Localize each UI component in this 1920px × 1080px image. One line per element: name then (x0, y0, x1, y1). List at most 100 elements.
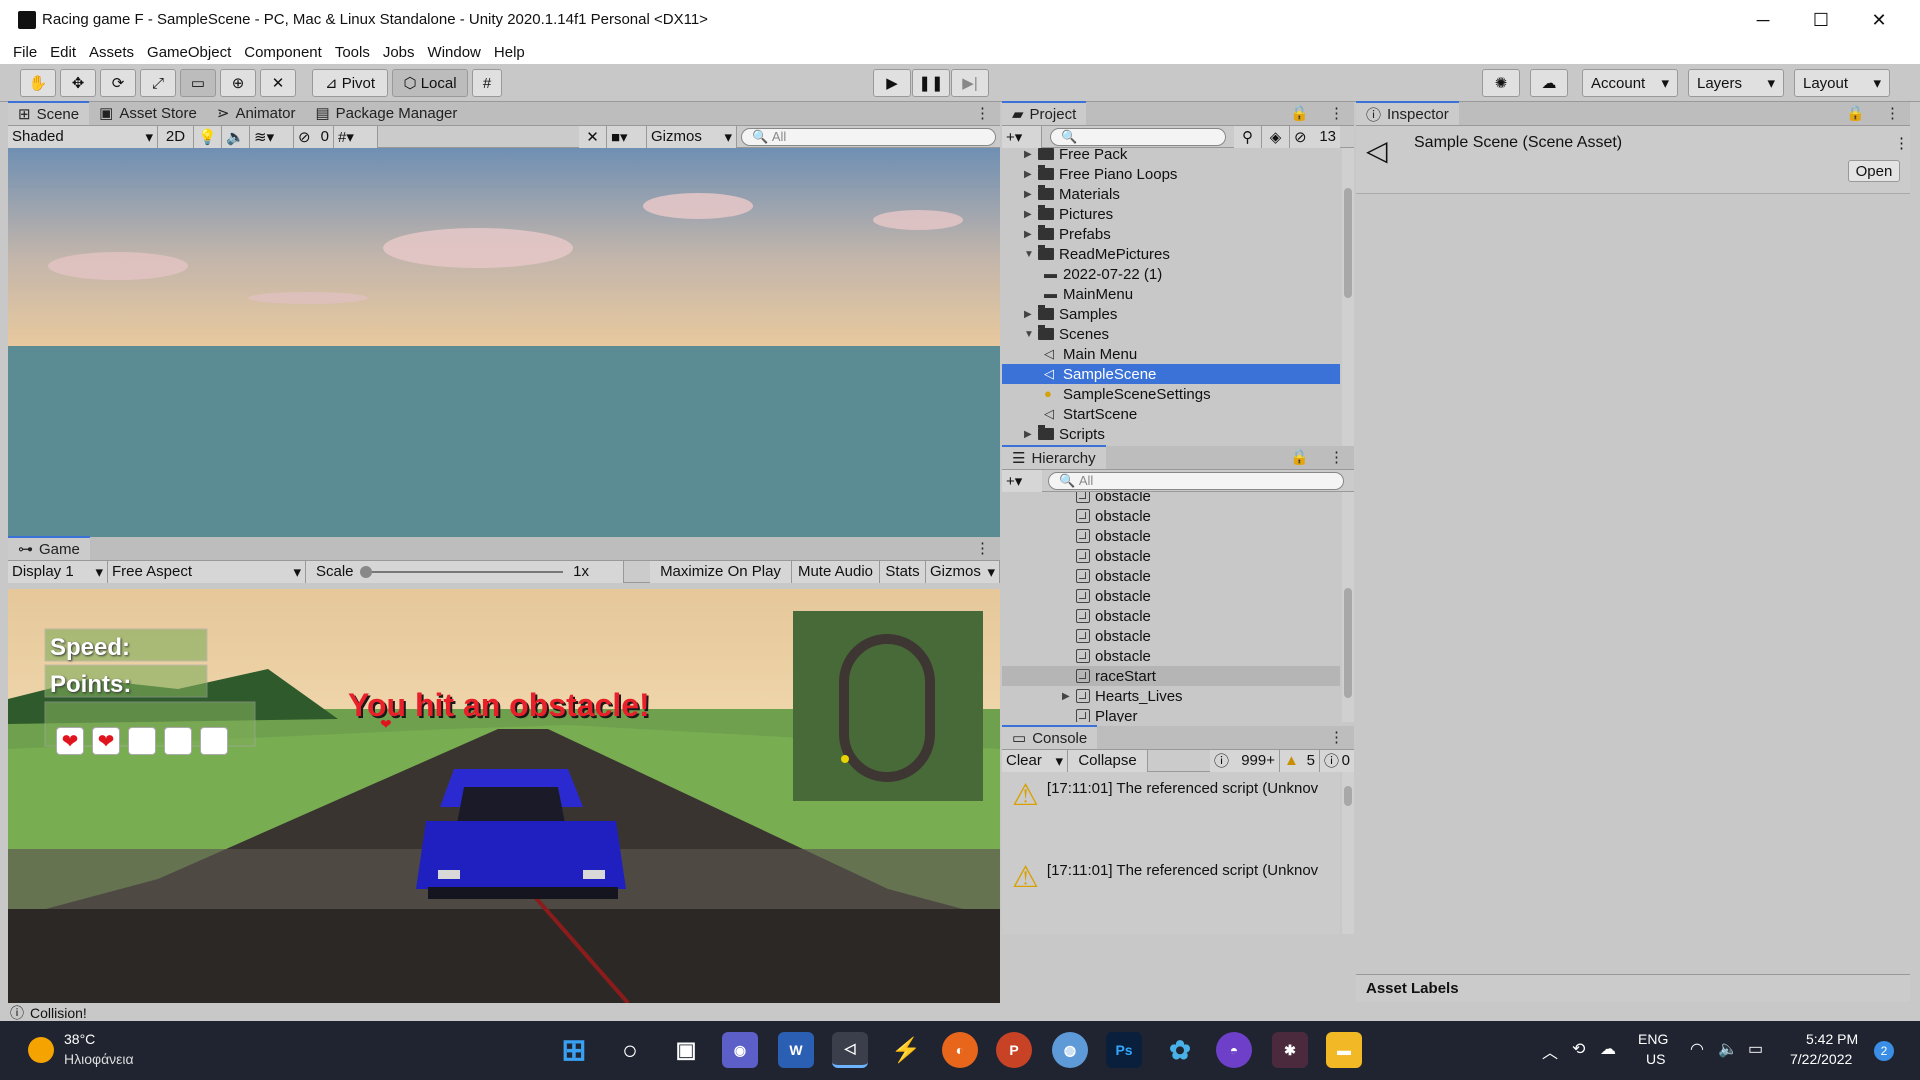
kebab-menu-icon[interactable]: ⋮ (1894, 134, 1909, 152)
rider-icon[interactable]: ⚡ (888, 1032, 924, 1068)
hierarchy-item[interactable]: Player (1002, 706, 1340, 722)
search-icon[interactable]: ○ (612, 1032, 648, 1068)
expanded-arrow-icon[interactable]: ▼ (1024, 329, 1038, 340)
cloud-icon[interactable]: ☁ (1600, 1039, 1616, 1059)
lock-icon[interactable]: 🔒 (1280, 101, 1319, 125)
hand-tool-icon[interactable]: ✋ (20, 69, 56, 97)
menu-jobs[interactable]: Jobs (383, 44, 415, 61)
lock-icon[interactable]: 🔒 (1836, 101, 1875, 125)
account-dropdown[interactable]: Account ▾ (1582, 69, 1678, 97)
project-item[interactable]: ● SampleSceneSettings (1002, 384, 1340, 404)
collapsed-arrow-icon[interactable]: ▶ (1024, 229, 1038, 240)
layout-dropdown[interactable]: Layout ▾ (1794, 69, 1890, 97)
paint-icon[interactable]: ✿ (1162, 1032, 1198, 1068)
play-button[interactable]: ▶ (873, 69, 911, 97)
custom-tool-icon[interactable]: ✕ (260, 69, 296, 97)
collab-icon[interactable]: ✺ (1482, 69, 1520, 97)
kebab-menu-icon[interactable]: ⋮ (1319, 725, 1354, 749)
project-item[interactable]: ▬ MainMenu (1002, 284, 1340, 304)
scale-tool-icon[interactable]: ⤢ (140, 69, 176, 97)
project-item[interactable]: ◁ Main Menu (1002, 344, 1340, 364)
audio-icon[interactable]: 🔈 (222, 125, 250, 148)
collapsed-arrow-icon[interactable]: ▶ (1062, 691, 1076, 702)
collapsed-arrow-icon[interactable]: ▶ (1024, 169, 1038, 180)
project-item[interactable]: ▶ Free Piano Loops (1002, 164, 1340, 184)
chevron-up-icon[interactable]: ︿ (1542, 1039, 1558, 1063)
maximize-button[interactable]: ☐ (1792, 0, 1850, 40)
project-item[interactable]: ▶ Materials (1002, 184, 1340, 204)
rotate-tool-icon[interactable]: ⟳ (100, 69, 136, 97)
collapsed-arrow-icon[interactable]: ▶ (1024, 209, 1038, 220)
console-scrollbar[interactable] (1342, 772, 1354, 934)
tab-inspector[interactable]: ⓘ Inspector (1356, 101, 1459, 125)
display-dropdown[interactable]: Display 1 ▾ (8, 560, 108, 583)
tab-game[interactable]: ⊶ Game (8, 536, 90, 560)
kebab-menu-icon[interactable]: ⋮ (1319, 101, 1354, 125)
pivot-button[interactable]: ⊿ Pivot (312, 69, 388, 97)
grid-icon[interactable]: #▾ (334, 125, 378, 148)
language-secondary[interactable]: US (1646, 1051, 1665, 1067)
unity-taskbar-icon[interactable]: ◁ (832, 1032, 868, 1068)
menu-help[interactable]: Help (494, 44, 525, 61)
project-scrollbar[interactable] (1342, 148, 1354, 446)
project-item[interactable]: ▶ Free Pack (1002, 148, 1340, 164)
gizmos-dropdown[interactable]: Gizmos ▾ (647, 125, 737, 148)
collapsed-arrow-icon[interactable]: ▶ (1024, 189, 1038, 200)
powerpoint-icon[interactable]: P (996, 1032, 1032, 1068)
project-search-input[interactable]: 🔍 (1050, 127, 1226, 146)
effects-icon[interactable]: ≋▾ (250, 125, 294, 148)
scale-thumb[interactable] (359, 565, 372, 578)
hidden-packages-toggle[interactable]: ⊘ 13 (1290, 125, 1340, 148)
tab-console[interactable]: ▭ Console (1002, 725, 1098, 749)
tab-hierarchy[interactable]: ☰ Hierarchy (1002, 445, 1106, 469)
tab-animator[interactable]: ⋗ Animator (207, 101, 306, 125)
hierarchy-item[interactable]: raceStart (1002, 666, 1340, 686)
project-item[interactable]: ▶ Prefabs (1002, 224, 1340, 244)
volume-icon[interactable]: 🔈 (1718, 1039, 1738, 1059)
hierarchy-search-input[interactable]: 🔍 All (1048, 471, 1344, 490)
clear-button[interactable]: Clear ▾ (1002, 749, 1068, 772)
tab-package-manager[interactable]: ▤ Package Manager (305, 101, 467, 125)
menu-assets[interactable]: Assets (89, 44, 134, 61)
hierarchy-item[interactable]: obstacle (1002, 626, 1340, 646)
aspect-dropdown[interactable]: Free Aspect ▾ (108, 560, 306, 583)
project-item[interactable]: ▬ 2022-07-22 (1) (1002, 264, 1340, 284)
console-entry[interactable]: ⚠ [17:11:01] The referenced script (Unkn… (1002, 856, 1340, 934)
menu-window[interactable]: Window (428, 44, 481, 61)
battery-icon[interactable]: ▭ (1748, 1039, 1763, 1059)
slack-icon[interactable]: ✱ (1272, 1032, 1308, 1068)
close-button[interactable]: ✕ (1850, 0, 1908, 40)
project-item[interactable]: ◁ StartScene (1002, 404, 1340, 424)
hierarchy-item[interactable]: obstacle (1002, 606, 1340, 626)
hierarchy-item[interactable]: obstacle (1002, 646, 1340, 666)
error-filter-toggle[interactable]: ⓘ 0 (1320, 749, 1354, 772)
console-entry[interactable]: ⚠ [17:11:01] The referenced script (Unkn… (1002, 774, 1340, 854)
shading-dropdown[interactable]: Shaded ▾ (8, 125, 158, 148)
project-item[interactable]: ◁ SampleScene (1002, 364, 1340, 384)
asset-labels-header[interactable]: Asset Labels (1356, 974, 1910, 1002)
grid-snap-icon[interactable]: # (472, 69, 502, 97)
task-view-icon[interactable]: ▣ (668, 1032, 704, 1068)
lighting-icon[interactable]: 💡 (194, 125, 222, 148)
clock-time[interactable]: 5:42 PM (1806, 1031, 1858, 1047)
collapsed-arrow-icon[interactable]: ▶ (1024, 429, 1038, 440)
camera-icon[interactable]: ■▾ (607, 125, 647, 148)
tab-scene[interactable]: ⊞ Scene (8, 101, 90, 125)
console-scroll-thumb[interactable] (1344, 786, 1352, 806)
language-primary[interactable]: ENG (1638, 1031, 1668, 1047)
menu-edit[interactable]: Edit (50, 44, 76, 61)
tab-project[interactable]: ▰ Project (1002, 101, 1087, 125)
hierarchy-item[interactable]: obstacle (1002, 526, 1340, 546)
hierarchy-item[interactable]: obstacle (1002, 492, 1340, 506)
word-icon[interactable]: W (778, 1032, 814, 1068)
firefox-icon[interactable]: ◐ (942, 1032, 978, 1068)
project-item[interactable]: ▼ ReadMePictures (1002, 244, 1340, 264)
project-item[interactable]: ▶ Samples (1002, 304, 1340, 324)
photoshop-icon[interactable]: Ps (1106, 1032, 1142, 1068)
expanded-arrow-icon[interactable]: ▼ (1024, 249, 1038, 260)
hierarchy-item[interactable]: ▶ Hearts_Lives (1002, 686, 1340, 706)
menu-tools[interactable]: Tools (335, 44, 370, 61)
windows-start-icon[interactable]: ⊞ (556, 1032, 592, 1068)
menu-file[interactable]: File (13, 44, 37, 61)
warning-filter-toggle[interactable]: ▲ 5 (1280, 749, 1320, 772)
